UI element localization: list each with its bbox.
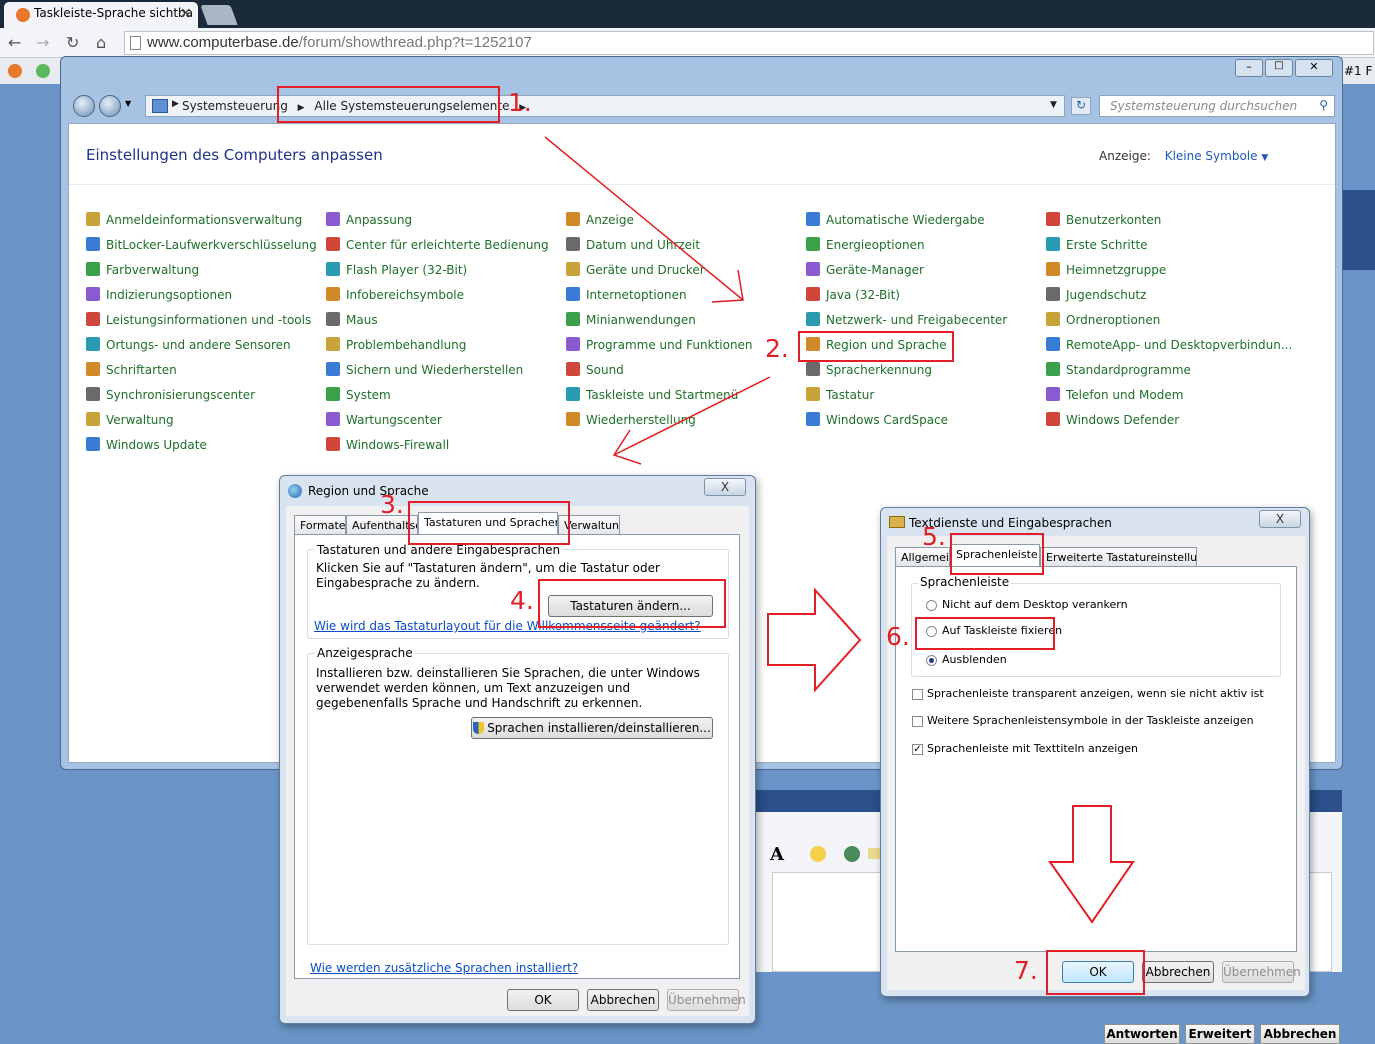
step-2-label: 2.	[765, 334, 789, 363]
step-5-label: 5.	[922, 522, 946, 551]
highlight-dock-taskbar	[915, 617, 1055, 650]
arrow-4-to-5	[767, 587, 862, 693]
step-7-label: 7.	[1014, 956, 1038, 985]
highlight-change-keyboards	[538, 579, 726, 628]
step-1-label: 1.	[508, 88, 532, 117]
step-4-label: 4.	[510, 586, 534, 615]
arrow-6-to-7	[1048, 805, 1135, 924]
arrow-2-to-3	[612, 376, 771, 465]
highlight-region-language	[798, 331, 954, 362]
arrow-1-to-2	[544, 136, 744, 303]
highlight-keyboards-tab	[408, 501, 570, 545]
step-6-label: 6.	[886, 622, 910, 651]
annotation-arrows	[544, 136, 1135, 924]
highlight-language-bar-tab	[950, 533, 1044, 575]
highlight-ok-button	[1046, 950, 1145, 995]
step-3-label: 3.	[380, 490, 404, 519]
highlight-breadcrumb	[277, 86, 500, 123]
